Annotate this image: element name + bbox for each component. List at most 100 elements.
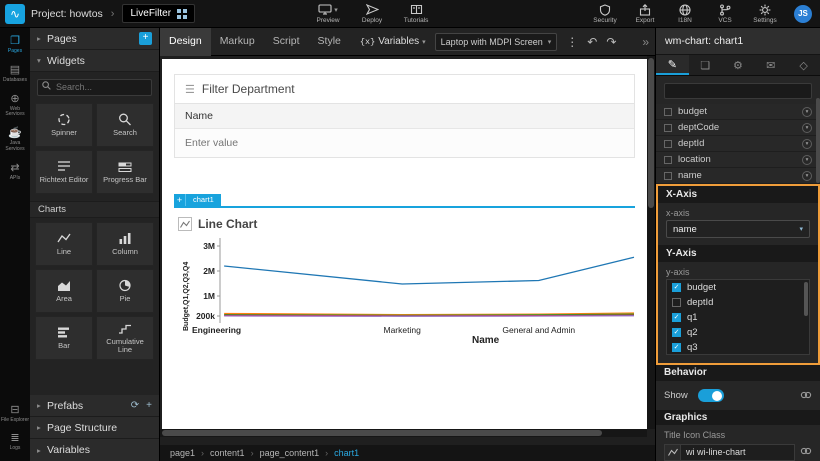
canvas-vertical-scrollbar[interactable] bbox=[647, 56, 655, 429]
field-row-deptid[interactable]: deptId ▾ bbox=[656, 136, 820, 152]
list-scrollbar-thumb[interactable] bbox=[804, 282, 808, 316]
checkbox-icon[interactable]: ✓ bbox=[672, 343, 681, 352]
properties-search-input[interactable] bbox=[664, 83, 812, 99]
checkbox-unchecked-icon[interactable] bbox=[664, 140, 672, 148]
tab-advanced[interactable]: ⚙ bbox=[722, 55, 755, 75]
bind-property-icon[interactable] bbox=[800, 443, 812, 461]
name-filter-input[interactable] bbox=[185, 137, 624, 149]
add-page-button[interactable]: + bbox=[139, 32, 152, 45]
section-widgets[interactable]: ▾ Widgets bbox=[30, 50, 159, 72]
breadcrumb-page1[interactable]: page1 bbox=[170, 448, 195, 458]
checkbox-unchecked-icon[interactable] bbox=[664, 172, 672, 180]
collapse-panel-icon[interactable]: » bbox=[642, 28, 649, 56]
rail-item-java-services[interactable]: ☕ Java Services bbox=[0, 127, 30, 153]
checkbox-unchecked-icon[interactable] bbox=[664, 124, 672, 132]
checkbox-unchecked-icon[interactable] bbox=[664, 108, 672, 116]
section-prefabs[interactable]: ▸ Prefabs ⟳ + bbox=[30, 395, 159, 417]
tab-markup[interactable]: Markup bbox=[211, 28, 264, 56]
more-options-icon[interactable]: ⋮ bbox=[566, 28, 578, 56]
y-axis-section-header[interactable]: Y-Axis bbox=[658, 245, 818, 262]
x-axis-select[interactable]: name ▾ bbox=[666, 220, 810, 238]
tab-properties[interactable]: ✎ bbox=[656, 55, 689, 75]
hamburger-icon[interactable]: ☰ bbox=[185, 83, 195, 96]
chevron-down-icon[interactable]: ▾ bbox=[802, 123, 812, 133]
field-row-location[interactable]: location ▾ bbox=[656, 152, 820, 168]
widget-tile-cumulative-line-chart[interactable]: Cumulative Line bbox=[96, 316, 154, 360]
user-avatar[interactable]: JS bbox=[794, 5, 812, 23]
widget-search-input[interactable] bbox=[37, 79, 152, 96]
breadcrumb-chart1[interactable]: chart1 bbox=[334, 448, 359, 458]
settings-button[interactable]: Settings bbox=[750, 3, 780, 24]
chevron-down-icon[interactable]: ▾ bbox=[802, 107, 812, 117]
tab-events[interactable]: ✉ bbox=[754, 55, 787, 75]
device-select[interactable]: Laptop with MDPI Screen ▾ bbox=[435, 33, 558, 51]
widget-tile-area-chart[interactable]: Area bbox=[35, 269, 93, 313]
rail-item-file-explorer[interactable]: ⊟ File Explorer bbox=[0, 404, 30, 424]
deploy-button[interactable]: Deploy bbox=[357, 3, 387, 24]
chevron-down-icon[interactable]: ▾ bbox=[802, 171, 812, 181]
canvas-horizontal-scrollbar[interactable] bbox=[160, 429, 647, 437]
security-button[interactable]: Security bbox=[590, 3, 620, 24]
chevron-down-icon[interactable]: ▾ bbox=[802, 139, 812, 149]
y-axis-option-q1[interactable]: ✓ q1 bbox=[667, 310, 809, 325]
show-toggle[interactable] bbox=[698, 389, 724, 402]
widget-tile-search[interactable]: Search bbox=[96, 103, 154, 147]
page-tab-livefilter[interactable]: LiveFilter bbox=[122, 4, 195, 23]
widget-tile-progress-bar[interactable]: Progress Bar bbox=[96, 150, 154, 194]
tab-design[interactable]: Design bbox=[160, 28, 211, 56]
grid-view-icon[interactable] bbox=[177, 9, 187, 19]
behavior-section-header[interactable]: Behavior bbox=[656, 365, 820, 381]
panel-scrollbar-thumb[interactable] bbox=[816, 98, 820, 183]
rail-item-logs[interactable]: ≣ Logs bbox=[0, 432, 30, 452]
widget-selection-tab[interactable]: chart1 bbox=[186, 194, 221, 206]
tab-styles[interactable]: ❏ bbox=[689, 55, 722, 75]
wavemaker-logo-icon[interactable]: ∿ bbox=[5, 4, 25, 24]
widget-tile-line-chart[interactable]: Line bbox=[35, 222, 93, 266]
livefilter-form[interactable]: ☰ Filter Department Name bbox=[174, 74, 635, 158]
widget-tile-richtext-editor[interactable]: Richtext Editor bbox=[35, 150, 93, 194]
checkbox-icon[interactable]: ✓ bbox=[672, 328, 681, 337]
widget-tile-column-chart[interactable]: Column bbox=[96, 222, 154, 266]
checkbox-unchecked-icon[interactable] bbox=[664, 156, 672, 164]
widget-tile-spinner[interactable]: Spinner bbox=[35, 103, 93, 147]
section-page-structure[interactable]: ▸ Page Structure bbox=[30, 417, 159, 439]
rail-item-apis[interactable]: ⇄ APIs bbox=[0, 162, 30, 182]
tutorials-button[interactable]: Tutorials bbox=[401, 3, 431, 24]
preview-button[interactable]: ▾ Preview bbox=[313, 3, 343, 24]
tab-script[interactable]: Script bbox=[264, 28, 309, 56]
y-axis-option-budget[interactable]: ✓ budget bbox=[667, 280, 809, 295]
widget-tile-pie-chart[interactable]: Pie bbox=[96, 269, 154, 313]
vcs-button[interactable]: VCS bbox=[710, 3, 740, 24]
breadcrumb-page-content1[interactable]: page_content1 bbox=[260, 448, 320, 458]
refresh-prefabs-icon[interactable]: ⟳ bbox=[131, 400, 139, 411]
x-axis-section-header[interactable]: X-Axis bbox=[658, 186, 818, 203]
variables-button[interactable]: {x} Variables ▾ bbox=[360, 36, 426, 47]
add-prefab-icon[interactable]: + bbox=[146, 400, 152, 411]
chevron-down-icon[interactable]: ▾ bbox=[802, 155, 812, 165]
rail-item-pages[interactable]: ❐ Pages bbox=[0, 35, 30, 55]
field-row-budget[interactable]: budget ▾ bbox=[656, 104, 820, 120]
widget-add-icon[interactable]: + bbox=[174, 194, 186, 206]
y-axis-option-q2[interactable]: ✓ q2 bbox=[667, 325, 809, 340]
scrollbar-thumb[interactable] bbox=[162, 430, 602, 436]
bind-property-icon[interactable] bbox=[800, 387, 812, 405]
undo-icon[interactable]: ↶ bbox=[587, 28, 597, 56]
scrollbar-thumb[interactable] bbox=[648, 58, 654, 208]
field-row-name[interactable]: name ▾ bbox=[656, 168, 820, 184]
checkbox-icon[interactable] bbox=[672, 298, 681, 307]
widget-tile-bar-chart[interactable]: Bar bbox=[35, 316, 93, 360]
section-pages[interactable]: ▸ Pages + bbox=[30, 28, 159, 50]
tab-style[interactable]: Style bbox=[309, 28, 350, 56]
chart-widget-chart1[interactable]: + chart1 Line Chart Budget,Q1,Q2,Q3,Q4 3… bbox=[174, 206, 635, 346]
rail-item-web-services[interactable]: ⊕ Web Services bbox=[0, 93, 30, 119]
title-icon-class-input[interactable] bbox=[681, 444, 795, 461]
rail-item-databases[interactable]: ▤ Databases bbox=[0, 64, 30, 84]
page-preview[interactable]: ☰ Filter Department Name + chart1 bbox=[162, 59, 647, 429]
checkbox-icon[interactable]: ✓ bbox=[672, 283, 681, 292]
tab-security[interactable]: ◇ bbox=[787, 55, 820, 75]
field-row-deptcode[interactable]: deptCode ▾ bbox=[656, 120, 820, 136]
breadcrumb-content1[interactable]: content1 bbox=[210, 448, 245, 458]
export-button[interactable]: Export bbox=[630, 3, 660, 24]
section-variables[interactable]: ▸ Variables bbox=[30, 439, 159, 461]
i18n-button[interactable]: I18N bbox=[670, 3, 700, 24]
